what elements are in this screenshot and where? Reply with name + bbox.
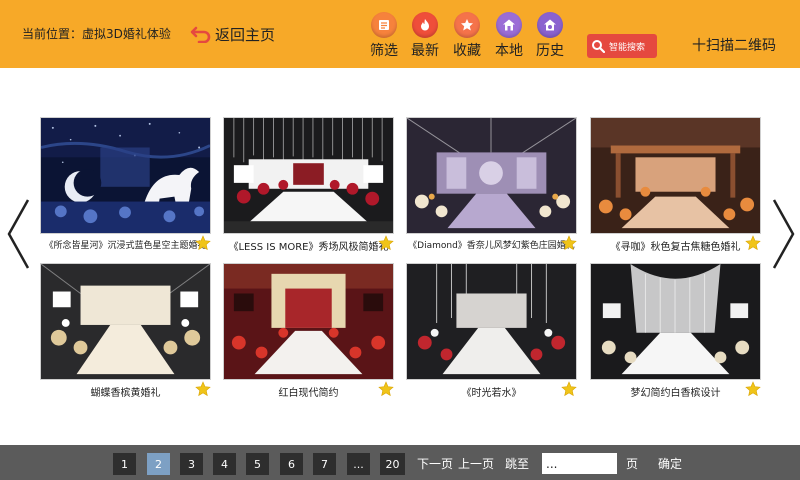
- history-icon: [544, 19, 556, 31]
- wedding-card-title: 红白现代简约: [278, 388, 339, 399]
- filter-icon: [379, 20, 389, 30]
- nav-latest-button[interactable]: 最新: [407, 12, 443, 60]
- wedding-card-title: 《所念皆星河》沉浸式蓝色星空主题婚礼: [44, 241, 207, 251]
- page-button-current[interactable]: 2: [147, 453, 170, 475]
- page-button-last[interactable]: 20: [380, 453, 405, 475]
- wedding-thumbnail: [40, 263, 211, 380]
- wedding-thumbnail: [590, 263, 761, 380]
- nav-filter-label: 筛选: [370, 43, 398, 59]
- nav-history-button[interactable]: 历史: [532, 12, 568, 60]
- scan-qr-button[interactable]: 十扫描二维码: [692, 35, 776, 55]
- nav-favorites-button[interactable]: 收藏: [449, 12, 485, 60]
- wedding-card-title: 《时光若水》: [461, 388, 522, 399]
- nav-local-button[interactable]: 本地: [491, 12, 527, 60]
- chevron-left-icon: [7, 199, 30, 269]
- wedding-card[interactable]: 《时光若水》: [406, 263, 577, 403]
- nav-history-label: 历史: [536, 43, 564, 59]
- page-button[interactable]: 4: [213, 453, 236, 475]
- top-bar: 当前位置：虚拟3D婚礼体验 返回主页 筛选 最新 收藏 本地 历史 智能搜索 十…: [0, 0, 800, 68]
- favorite-star-icon[interactable]: [195, 381, 211, 397]
- search-icon: [592, 40, 605, 53]
- jump-to-label: 跳至: [505, 457, 530, 471]
- favorite-star-icon[interactable]: [378, 235, 394, 251]
- confirm-jump-button[interactable]: 确定: [658, 455, 682, 472]
- page-unit-label: 页: [626, 457, 639, 471]
- page-button[interactable]: 5: [246, 453, 269, 475]
- wedding-card-title: 《LESS IS MORE》秀场风极简婚礼: [228, 242, 389, 253]
- wedding-thumbnail: [406, 117, 577, 234]
- wedding-card[interactable]: 红白现代简约: [223, 263, 394, 403]
- nav-latest-label: 最新: [411, 43, 439, 59]
- page-button[interactable]: 3: [180, 453, 203, 475]
- favorite-star-icon[interactable]: [561, 235, 577, 251]
- wedding-thumbnail: [590, 117, 761, 234]
- page-button[interactable]: 1: [113, 453, 136, 475]
- wedding-thumbnail: [406, 263, 577, 380]
- favorite-star-icon[interactable]: [195, 235, 211, 251]
- page-button[interactable]: 6: [280, 453, 303, 475]
- back-home-button[interactable]: 返回主页: [190, 22, 275, 46]
- chevron-right-icon: [772, 199, 795, 269]
- wedding-card[interactable]: 《Diamond》香奈儿风梦幻紫色庄园婚礼: [406, 117, 577, 257]
- wedding-thumbnail: [223, 117, 394, 234]
- page-ellipsis: ...: [347, 453, 370, 475]
- smart-search-label: 智能搜索: [609, 42, 646, 53]
- wedding-card[interactable]: 《寻咖》秋色复古焦糖色婚礼: [590, 117, 761, 257]
- wedding-card[interactable]: 蝴蝶香槟黄婚礼: [40, 263, 211, 403]
- wedding-card-title: 梦幻简约白香槟设计: [630, 388, 721, 399]
- breadcrumb: 当前位置：虚拟3D婚礼体验: [22, 27, 171, 41]
- wedding-card[interactable]: 《LESS IS MORE》秀场风极简婚礼: [223, 117, 394, 257]
- favorite-star-icon[interactable]: [745, 381, 761, 397]
- wedding-thumbnail: [223, 263, 394, 380]
- back-home-label: 返回主页: [215, 25, 276, 44]
- prev-arrow-button[interactable]: [4, 196, 32, 272]
- nav-favorites-label: 收藏: [453, 43, 481, 59]
- favorite-star-icon[interactable]: [561, 381, 577, 397]
- page-button[interactable]: 7: [313, 453, 336, 475]
- nav-local-label: 本地: [495, 43, 523, 59]
- next-page-link[interactable]: 下一页: [417, 455, 453, 472]
- wedding-card[interactable]: 梦幻简约白香槟设计: [590, 263, 761, 403]
- smart-search-button[interactable]: 智能搜索: [587, 34, 657, 58]
- wedding-card-title: 《Diamond》香奈儿风梦幻紫色庄园婚礼: [408, 241, 575, 251]
- wedding-card[interactable]: 《所念皆星河》沉浸式蓝色星空主题婚礼: [40, 117, 211, 257]
- wedding-card-title: 《寻咖》秋色复古焦糖色婚礼: [610, 242, 741, 253]
- wedding-thumbnail: [40, 117, 211, 234]
- favorite-star-icon[interactable]: [378, 381, 394, 397]
- nav-filter-button[interactable]: 筛选: [366, 12, 402, 60]
- pagination-bar: 1 2 3 4 5 6 7 ... 20 下一页 上一页 跳至 页 确定: [0, 445, 800, 480]
- favorite-star-icon[interactable]: [745, 235, 761, 251]
- star-icon: [461, 19, 473, 31]
- jump-page-input[interactable]: [542, 453, 617, 474]
- next-arrow-button[interactable]: [770, 196, 798, 272]
- flame-icon: [421, 19, 429, 31]
- home-icon: [503, 19, 515, 31]
- prev-page-link[interactable]: 上一页: [458, 455, 494, 472]
- return-arrow-icon: [190, 26, 211, 43]
- wedding-card-title: 蝴蝶香槟黄婚礼: [90, 388, 161, 399]
